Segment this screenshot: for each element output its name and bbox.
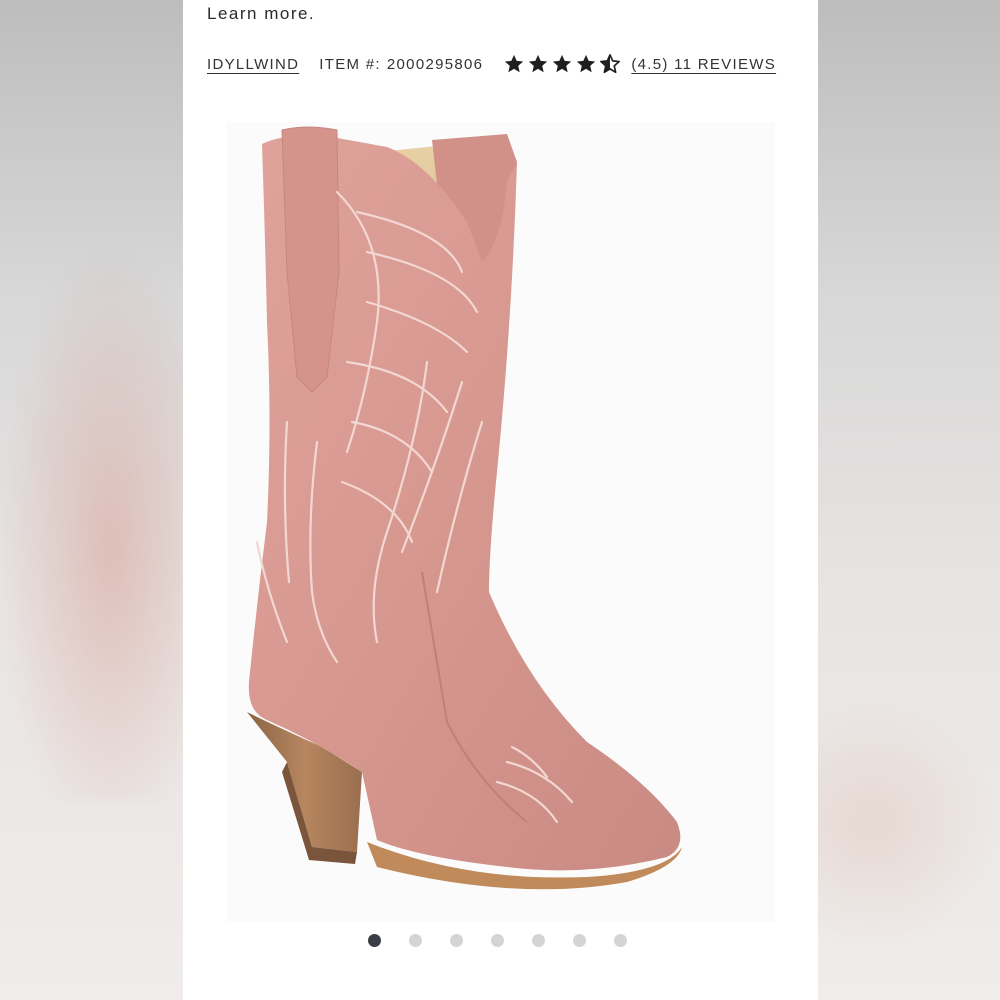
product-meta-row: IDYLLWIND ITEM #: 2000295806 (4.5) 11 RE… [207,52,776,76]
carousel-dot[interactable] [573,934,586,947]
product-image[interactable] [227,122,775,922]
boot-illustration [247,126,682,890]
star-full-icon [529,54,548,73]
star-full-icon [553,54,572,73]
carousel-dot[interactable] [368,934,381,947]
carousel-dot[interactable] [409,934,422,947]
carousel-dot[interactable] [450,934,463,947]
brand-link[interactable]: IDYLLWIND [207,56,299,73]
carousel-dot[interactable] [614,934,627,947]
star-full-icon [505,54,524,73]
star-full-icon [577,54,596,73]
carousel-dots [368,934,627,947]
learn-more-text[interactable]: Learn more. [207,4,315,24]
background-blur-left [0,240,185,800]
star-rating[interactable] [503,53,621,75]
item-number-label: ITEM #: [319,55,381,73]
item-number: 2000295806 [386,55,484,73]
background-blur-right [818,700,1000,950]
star-half-icon [600,54,621,74]
carousel-dot[interactable] [491,934,504,947]
reviews-link[interactable]: (4.5) 11 REVIEWS [631,56,776,73]
carousel-dot[interactable] [532,934,545,947]
product-panel: Learn more. IDYLLWIND ITEM #: 2000295806… [183,0,818,1000]
